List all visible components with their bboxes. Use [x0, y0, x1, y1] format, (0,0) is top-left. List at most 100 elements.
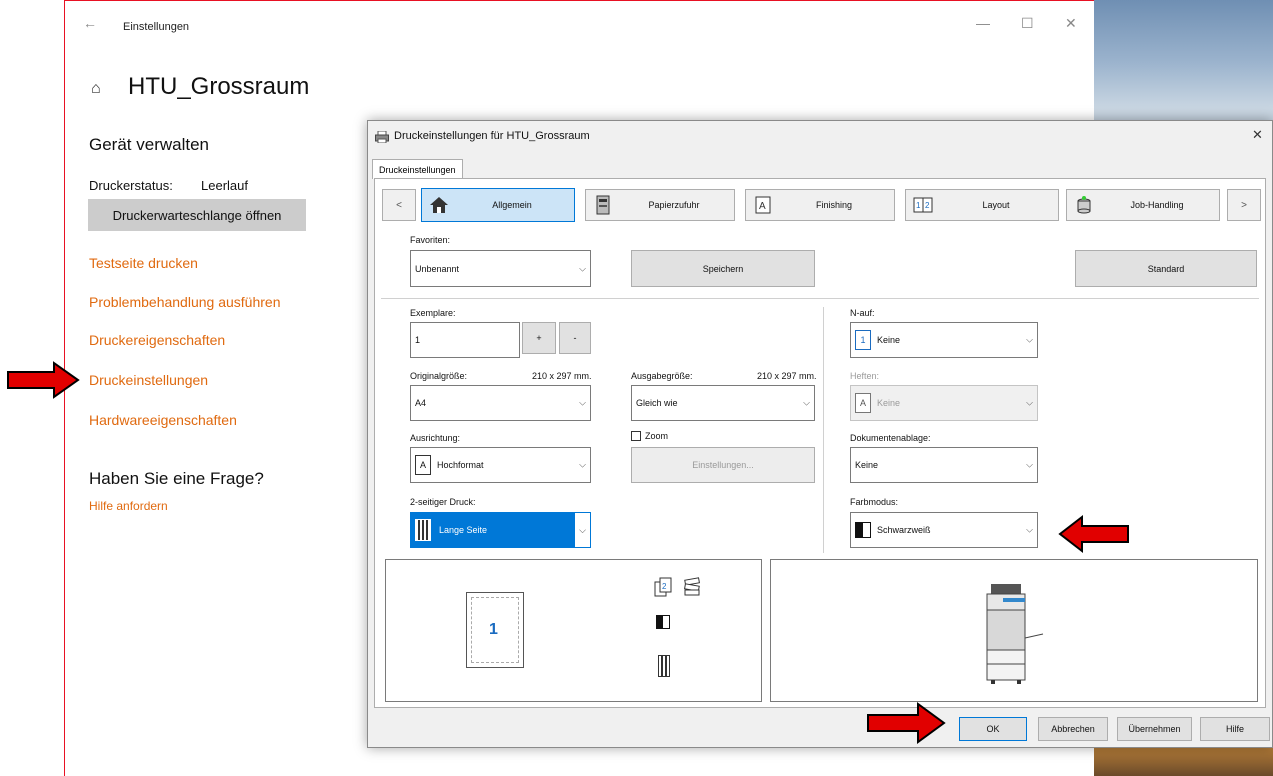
nav-paper-source[interactable]: Papierzufuhr [585, 189, 735, 221]
chevron-down-icon[interactable]: ⌵ [575, 513, 590, 547]
nav-job-handling-label: Job-Handling [1130, 200, 1184, 210]
svg-text:1: 1 [916, 201, 921, 210]
staple-label: Heften: [850, 371, 880, 381]
favorites-select[interactable]: Unbenannt ⌵ [410, 250, 591, 287]
help-link[interactable]: Hilfe anfordern [89, 499, 168, 513]
home-icon [428, 194, 450, 216]
nav-finishing[interactable]: A Finishing [745, 189, 895, 221]
staple-icon: A [855, 393, 871, 413]
nav-finishing-label: Finishing [815, 200, 853, 210]
original-size-select[interactable]: A4 ⌵ [410, 385, 591, 421]
print-settings-dialog: Druckeinstellungen für HTU_Grossraum ✕ D… [367, 120, 1273, 748]
window-title: Einstellungen [123, 21, 190, 33]
settings-panel: < Allgemein Papierzufuhr A Finishing 12 … [374, 178, 1266, 708]
orientation-select[interactable]: A Hochformat ⌵ [410, 447, 591, 483]
zoom-label: Zoom [645, 431, 669, 441]
chevron-down-icon: ⌵ [1026, 459, 1033, 470]
black-white-preview-icon [656, 615, 670, 629]
job-handling-icon [1073, 194, 1095, 216]
zoom-settings-button[interactable]: Einstellungen... [631, 447, 815, 483]
link-troubleshoot[interactable]: Problembehandlung ausführen [89, 294, 280, 310]
svg-text:2: 2 [662, 582, 667, 591]
chevron-down-icon: ⌵ [579, 263, 586, 273]
original-size-dims: 210 x 297 mm. [532, 371, 592, 381]
chevron-down-icon: ⌵ [1026, 524, 1033, 535]
favorites-value: Unbenannt [415, 263, 460, 274]
default-button[interactable]: Standard [1075, 250, 1257, 287]
duplex-value: Lange Seite [439, 525, 488, 535]
long-edge-preview-icon [658, 655, 670, 677]
column-divider [823, 307, 824, 553]
svg-text:2: 2 [925, 201, 930, 210]
nup-select[interactable]: 1 Keine ⌵ [850, 322, 1038, 358]
doc-filing-label: Dokumentenablage: [850, 433, 931, 443]
chevron-down-icon: ⌵ [803, 397, 810, 408]
nav-paper-source-label: Papierzufuhr [648, 200, 700, 210]
home-icon[interactable]: ⌂ [91, 80, 101, 98]
nav-general[interactable]: Allgemein [421, 188, 575, 222]
nav-layout-label: Layout [982, 200, 1010, 210]
dialog-title: Druckeinstellungen für HTU_Grossraum [394, 130, 590, 142]
chevron-down-icon: ⌵ [579, 459, 586, 470]
output-size-label: Ausgabegröße: [631, 371, 693, 381]
portrait-icon: A [415, 455, 431, 475]
close-icon[interactable]: ✕ [1065, 15, 1077, 32]
doc-filing-value: Keine [855, 460, 879, 470]
tab-print-settings[interactable]: Druckeinstellungen [372, 159, 463, 179]
page-preview: 1 2 [385, 559, 762, 702]
help-button[interactable]: Hilfe [1200, 717, 1270, 741]
dialog-close-icon[interactable]: ✕ [1252, 127, 1263, 143]
ok-button[interactable]: OK [959, 717, 1027, 741]
minimize-icon[interactable]: — [976, 15, 990, 31]
stack-icon [683, 577, 701, 602]
output-size-select[interactable]: Gleich wie ⌵ [631, 385, 815, 421]
printer-status-value: Leerlauf [201, 178, 248, 193]
apply-button[interactable]: Übernehmen [1117, 717, 1192, 741]
link-print-test-page[interactable]: Testseite drucken [89, 255, 198, 271]
maximize-icon[interactable]: ☐ [1021, 15, 1034, 32]
section-heading: Gerät verwalten [89, 135, 209, 154]
question-heading: Haben Sie eine Frage? [89, 469, 264, 488]
finishing-icon: A [752, 194, 774, 216]
back-arrow-icon[interactable]: ← [83, 15, 97, 31]
printer-icon [375, 130, 389, 148]
nav-job-handling[interactable]: Job-Handling [1066, 189, 1220, 221]
orientation-label: Ausrichtung: [410, 433, 461, 443]
chevron-down-icon: ⌵ [579, 397, 586, 408]
copies-plus-button[interactable]: + [522, 322, 556, 354]
link-print-settings[interactable]: Druckeinstellungen [89, 372, 208, 388]
output-size-value: Gleich wie [636, 398, 678, 408]
color-mode-value: Schwarzweiß [877, 525, 931, 535]
nav-layout[interactable]: 12 Layout [905, 189, 1059, 221]
printer-status-label: Druckerstatus: [89, 178, 173, 193]
paper-tray-icon [592, 194, 614, 216]
doc-filing-select[interactable]: Keine ⌵ [850, 447, 1038, 483]
duplex-select[interactable]: Lange Seite [410, 512, 591, 548]
link-printer-properties[interactable]: Druckereigenschaften [89, 332, 225, 348]
nup-label: N-auf: [850, 308, 875, 318]
color-mode-select[interactable]: Schwarzweiß ⌵ [850, 512, 1038, 548]
original-size-value: A4 [415, 398, 427, 408]
chevron-down-icon: ⌵ [1026, 334, 1033, 345]
annotation-arrow-colormode [1058, 514, 1129, 554]
save-button[interactable]: Speichern [631, 250, 815, 287]
nav-general-label: Allgemein [492, 200, 532, 210]
nav-next-button[interactable]: > [1227, 189, 1261, 221]
nav-prev-button[interactable]: < [382, 189, 416, 221]
copies-minus-button[interactable]: - [559, 322, 591, 354]
staple-select[interactable]: A Keine ⌵ [850, 385, 1038, 421]
open-queue-button[interactable]: Druckerwarteschlange öffnen [88, 199, 306, 231]
zoom-checkbox[interactable] [631, 431, 641, 441]
color-mode-label: Farbmodus: [850, 497, 899, 507]
printer-preview [770, 559, 1258, 702]
preview-page: 1 [466, 592, 524, 668]
nup-value: Keine [877, 335, 901, 345]
copies-label: Exemplare: [410, 308, 456, 318]
preview-page-number: 1 [489, 621, 498, 638]
link-hardware-properties[interactable]: Hardwareeigenschaften [89, 412, 237, 428]
divider [381, 298, 1259, 299]
svg-text:A: A [759, 201, 766, 212]
orientation-value: Hochformat [437, 460, 484, 470]
copies-input[interactable]: 1 [410, 322, 520, 358]
cancel-button[interactable]: Abbrechen [1038, 717, 1108, 741]
